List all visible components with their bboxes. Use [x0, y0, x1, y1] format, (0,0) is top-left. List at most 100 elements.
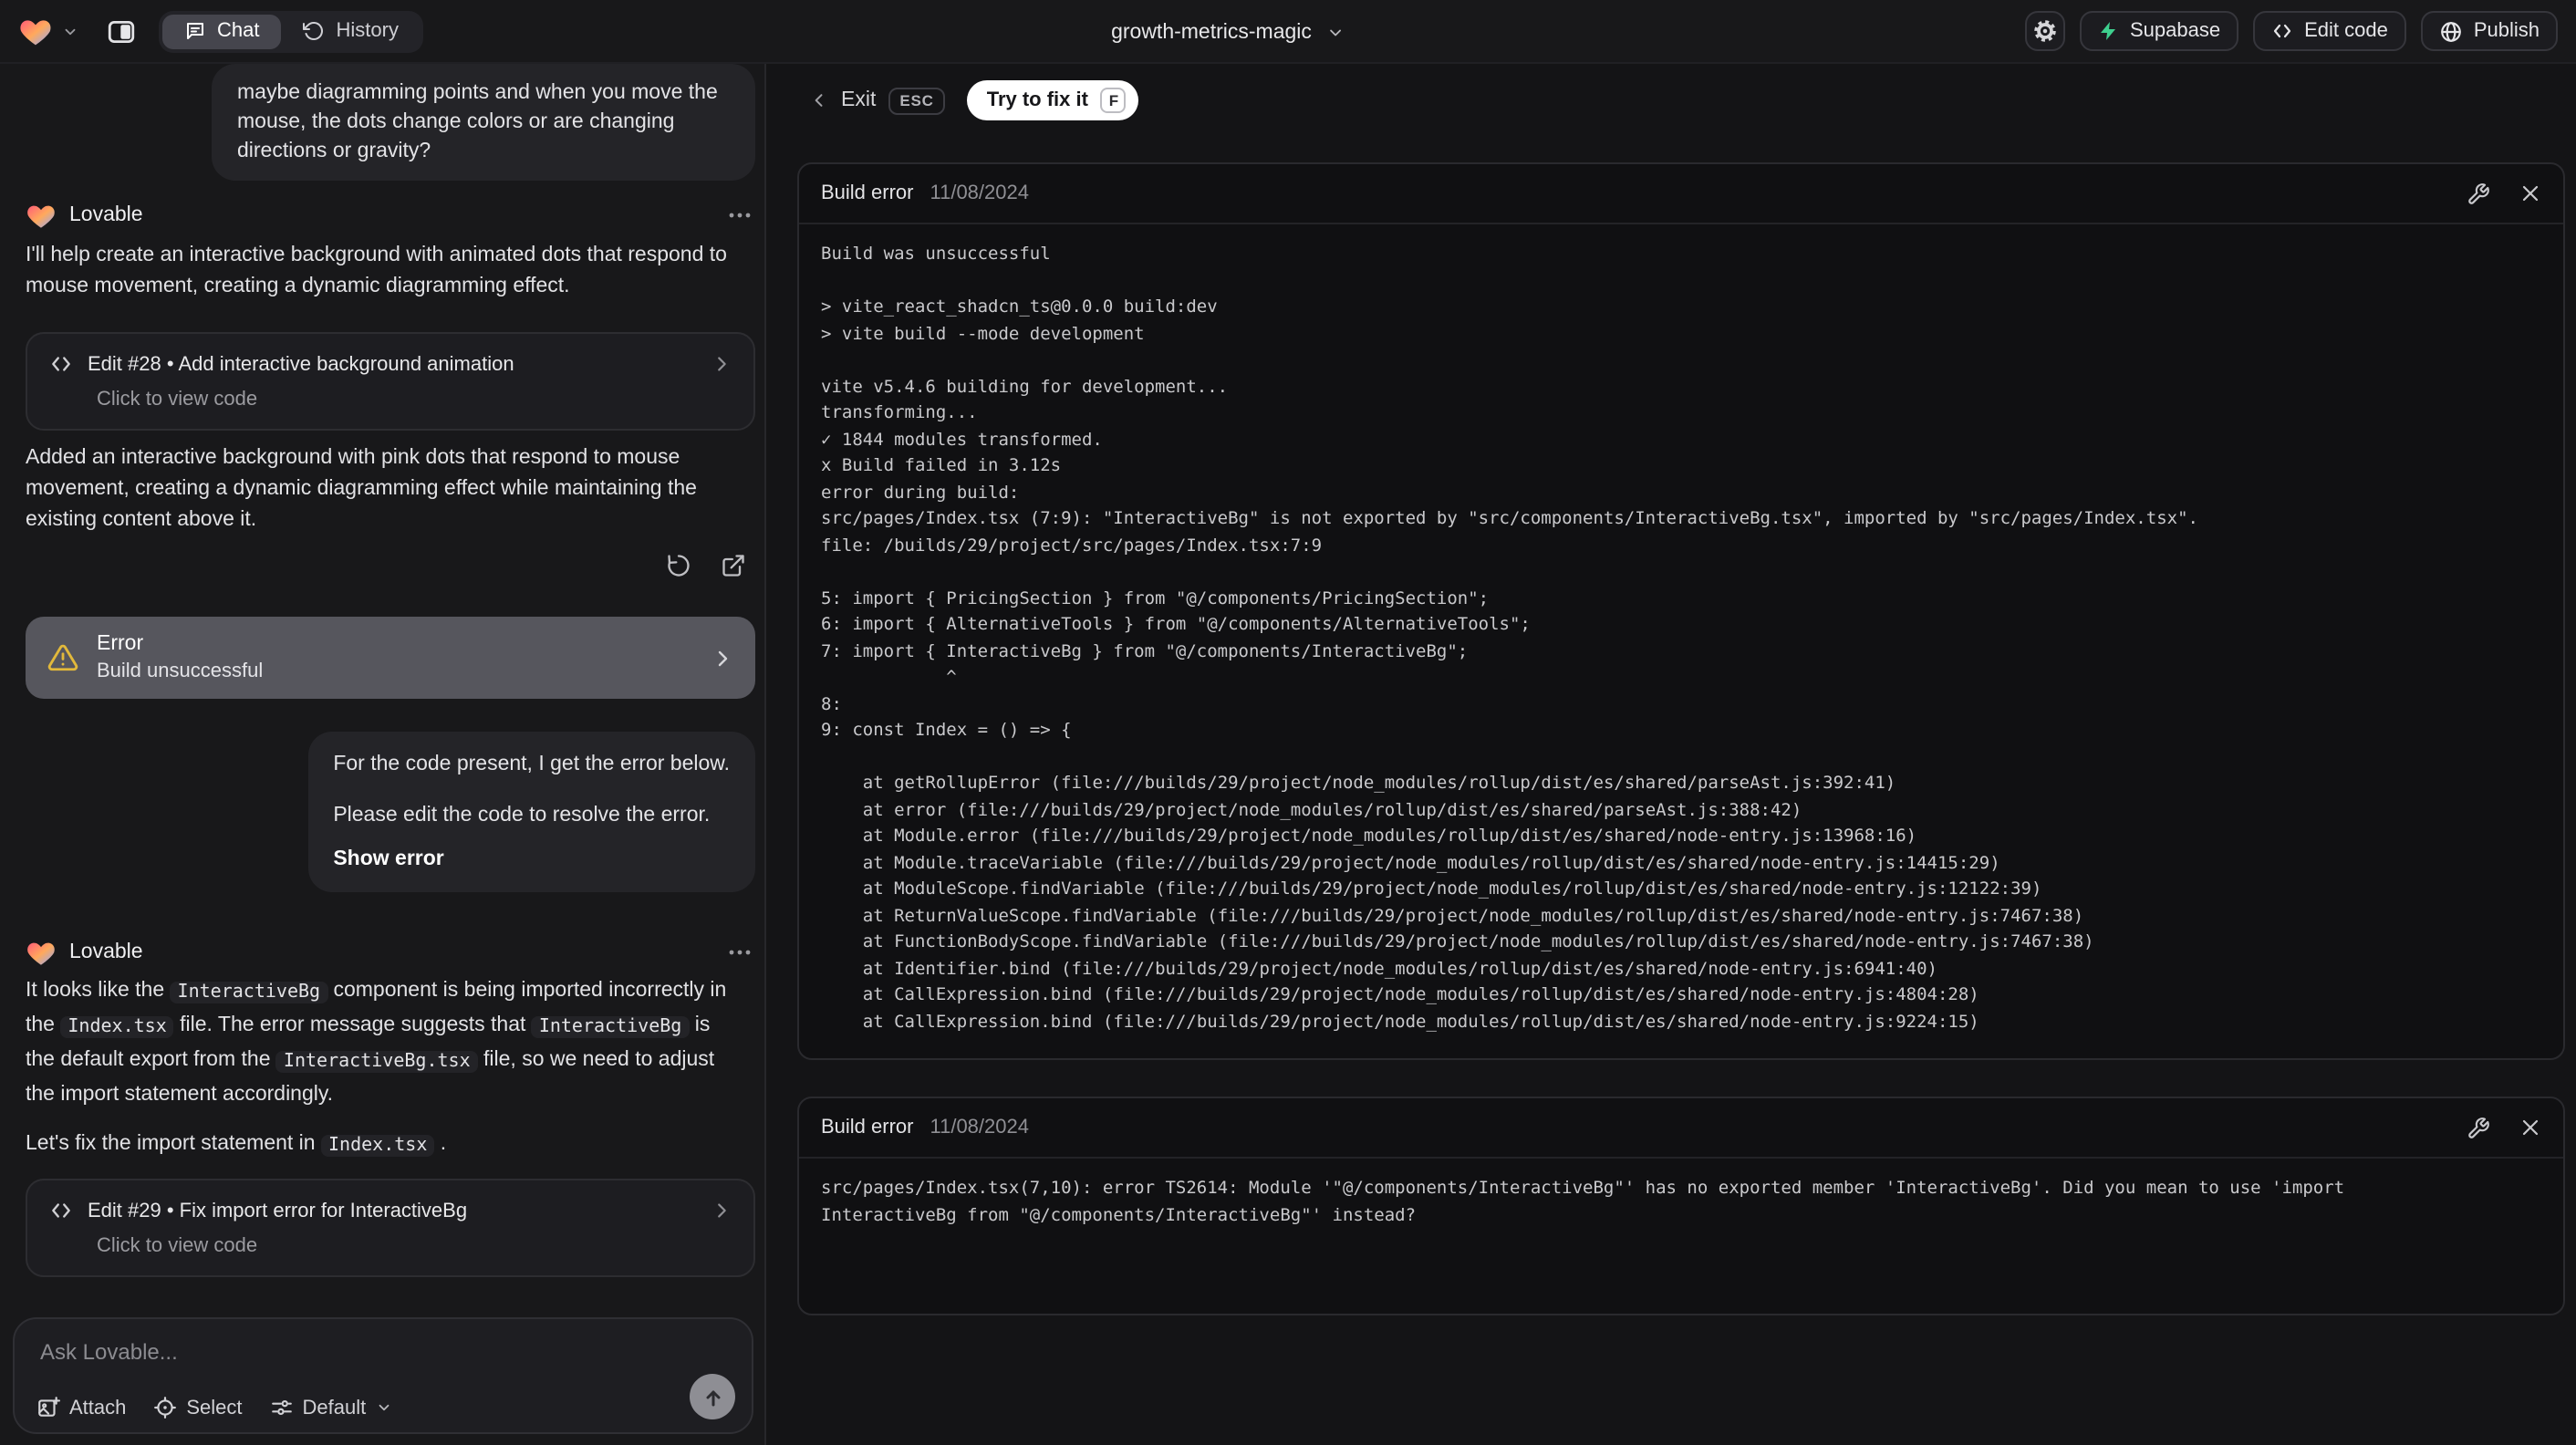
- mode-dropdown[interactable]: Default: [270, 1396, 392, 1419]
- user-message-text: For the code present, I get the error be…: [333, 754, 730, 775]
- content: maybe diagramming points and when you mo…: [0, 64, 2576, 1445]
- project-switcher[interactable]: growth-metrics-magic: [1111, 0, 1345, 64]
- code-brackets-icon: [2271, 20, 2293, 42]
- publish-button[interactable]: Publish: [2420, 11, 2558, 51]
- settings-button[interactable]: [2024, 11, 2064, 51]
- chat-sidebar: maybe diagramming points and when you mo…: [0, 64, 766, 1445]
- wrench-fix-icon[interactable]: [2467, 1116, 2490, 1139]
- history-icon: [303, 20, 326, 42]
- error-banner-subtitle: Build unsuccessful: [97, 660, 264, 682]
- chevron-down-icon: [62, 23, 78, 39]
- mode-label: Default: [302, 1397, 367, 1419]
- build-error-card-header: Build error 11/08/2024: [799, 164, 2563, 224]
- message-options-button[interactable]: [724, 208, 755, 223]
- message-action-row: [26, 551, 755, 580]
- esc-key-badge: ESC: [888, 87, 945, 114]
- supabase-bolt-icon: [2097, 20, 2119, 42]
- build-error-card-header: Build error 11/08/2024: [799, 1098, 2563, 1159]
- project-name: growth-metrics-magic: [1111, 21, 1312, 43]
- show-error-link[interactable]: Show error: [333, 845, 443, 874]
- code-brackets-icon: [49, 352, 73, 376]
- error-banner-title: Error: [97, 633, 144, 655]
- edit-card-29[interactable]: Edit #29 • Fix import error for Interact…: [26, 1179, 755, 1277]
- build-error-title: Build error: [821, 1117, 914, 1138]
- try-to-fix-button[interactable]: Try to fix it F: [966, 80, 1139, 120]
- supabase-label: Supabase: [2130, 20, 2221, 42]
- chat-input[interactable]: [15, 1319, 752, 1377]
- user-message-text: maybe diagramming points and when you mo…: [237, 82, 718, 162]
- exit-label: Exit: [841, 89, 877, 111]
- composer-toolbar: Attach Select Default: [36, 1396, 679, 1419]
- tab-chat-label: Chat: [217, 20, 260, 42]
- publish-label: Publish: [2473, 20, 2540, 42]
- composer: Attach Select: [13, 1317, 753, 1434]
- assistant-name: Lovable: [69, 204, 143, 226]
- lovable-app: Chat History growth-metrics-magic Supaba…: [0, 0, 2576, 1445]
- user-message: maybe diagramming points and when you mo…: [212, 64, 755, 181]
- chevron-right-icon: [712, 354, 732, 374]
- error-panel: Exit ESC Try to fix it F Build error 11/…: [766, 64, 2576, 1445]
- select-label: Select: [186, 1397, 243, 1419]
- supabase-button[interactable]: Supabase: [2079, 11, 2239, 51]
- chevron-right-icon: [712, 1201, 732, 1221]
- restore-icon[interactable]: [664, 551, 693, 580]
- attach-image-icon: [36, 1396, 60, 1419]
- open-preview-icon[interactable]: [719, 551, 748, 580]
- chevron-left-icon: [810, 91, 828, 109]
- build-error-log: Build was unsuccessful > vite_react_shad…: [821, 244, 2198, 1032]
- user-message: For the code present, I get the error be…: [307, 732, 755, 892]
- crosshair-target-icon: [153, 1396, 177, 1419]
- build-error-title: Build error: [821, 182, 914, 204]
- build-error-card-2: Build error 11/08/2024 src/pages/Index.t…: [797, 1097, 2565, 1315]
- error-panel-header: Exit ESC Try to fix it F: [797, 80, 2565, 120]
- select-element-button[interactable]: Select: [153, 1396, 243, 1419]
- topbar-actions: Supabase Edit code Publish: [2024, 11, 2558, 51]
- sliders-icon: [270, 1396, 294, 1419]
- attach-button[interactable]: Attach: [36, 1396, 126, 1419]
- close-icon[interactable]: [2519, 182, 2541, 204]
- chevron-down-icon: [1326, 23, 1345, 41]
- tab-history-label: History: [336, 20, 399, 42]
- code-brackets-icon: [49, 1199, 73, 1222]
- lovable-heart-avatar-icon: [26, 200, 57, 231]
- user-message-text: Please edit the code to resolve the erro…: [333, 805, 711, 826]
- chevron-down-icon: [375, 1399, 391, 1416]
- sidebar-toggle-button[interactable]: [100, 11, 140, 51]
- build-error-date: 11/08/2024: [930, 182, 1030, 204]
- lovable-heart-logo-icon: [18, 14, 53, 48]
- arrow-up-icon: [701, 1386, 723, 1408]
- close-icon[interactable]: [2519, 1117, 2541, 1138]
- lovable-heart-avatar-icon: [26, 937, 57, 968]
- tab-chat[interactable]: Chat: [162, 14, 282, 48]
- edit-card-subtitle: Click to view code: [97, 1235, 258, 1257]
- exit-button[interactable]: Exit ESC: [810, 87, 945, 114]
- wrench-fix-icon[interactable]: [2467, 182, 2490, 205]
- chevron-right-icon: [712, 647, 733, 669]
- warning-triangle-icon: [47, 642, 78, 673]
- send-button[interactable]: [690, 1374, 735, 1419]
- build-error-banner[interactable]: Error Build unsuccessful: [26, 617, 755, 699]
- chat-thread: maybe diagramming points and when you mo…: [0, 64, 764, 1277]
- edit-card-subtitle: Click to view code: [97, 389, 258, 411]
- tab-history[interactable]: History: [282, 14, 421, 48]
- edit-code-button[interactable]: Edit code: [2253, 11, 2406, 51]
- attach-label: Attach: [69, 1397, 127, 1419]
- assistant-intro-text: I'll help create an interactive backgrou…: [26, 244, 727, 297]
- chat-bubble-icon: [184, 20, 206, 42]
- assistant-fix-text: Let's fix the import statement in Index.…: [26, 1133, 447, 1156]
- assistant-diagnosis-text: It looks like the InteractiveBg componen…: [26, 980, 727, 1106]
- assistant-message-header: Lovable: [26, 934, 755, 971]
- panel-toggle-icon: [105, 16, 136, 47]
- edit-card-title: Edit #28 • Add interactive background an…: [88, 353, 514, 375]
- edit-card-28[interactable]: Edit #28 • Add interactive background an…: [26, 332, 755, 431]
- view-tab-group: Chat History: [159, 10, 424, 52]
- assistant-name: Lovable: [69, 941, 143, 963]
- assistant-message-header: Lovable: [26, 197, 755, 234]
- build-error-date: 11/08/2024: [930, 1117, 1030, 1138]
- f-key-badge: F: [1100, 88, 1127, 113]
- globe-icon: [2439, 19, 2463, 43]
- message-options-button[interactable]: [724, 945, 755, 960]
- brand-menu[interactable]: [18, 14, 78, 48]
- try-to-fix-label: Try to fix it: [986, 89, 1088, 111]
- topbar: Chat History growth-metrics-magic Supaba…: [0, 0, 2576, 64]
